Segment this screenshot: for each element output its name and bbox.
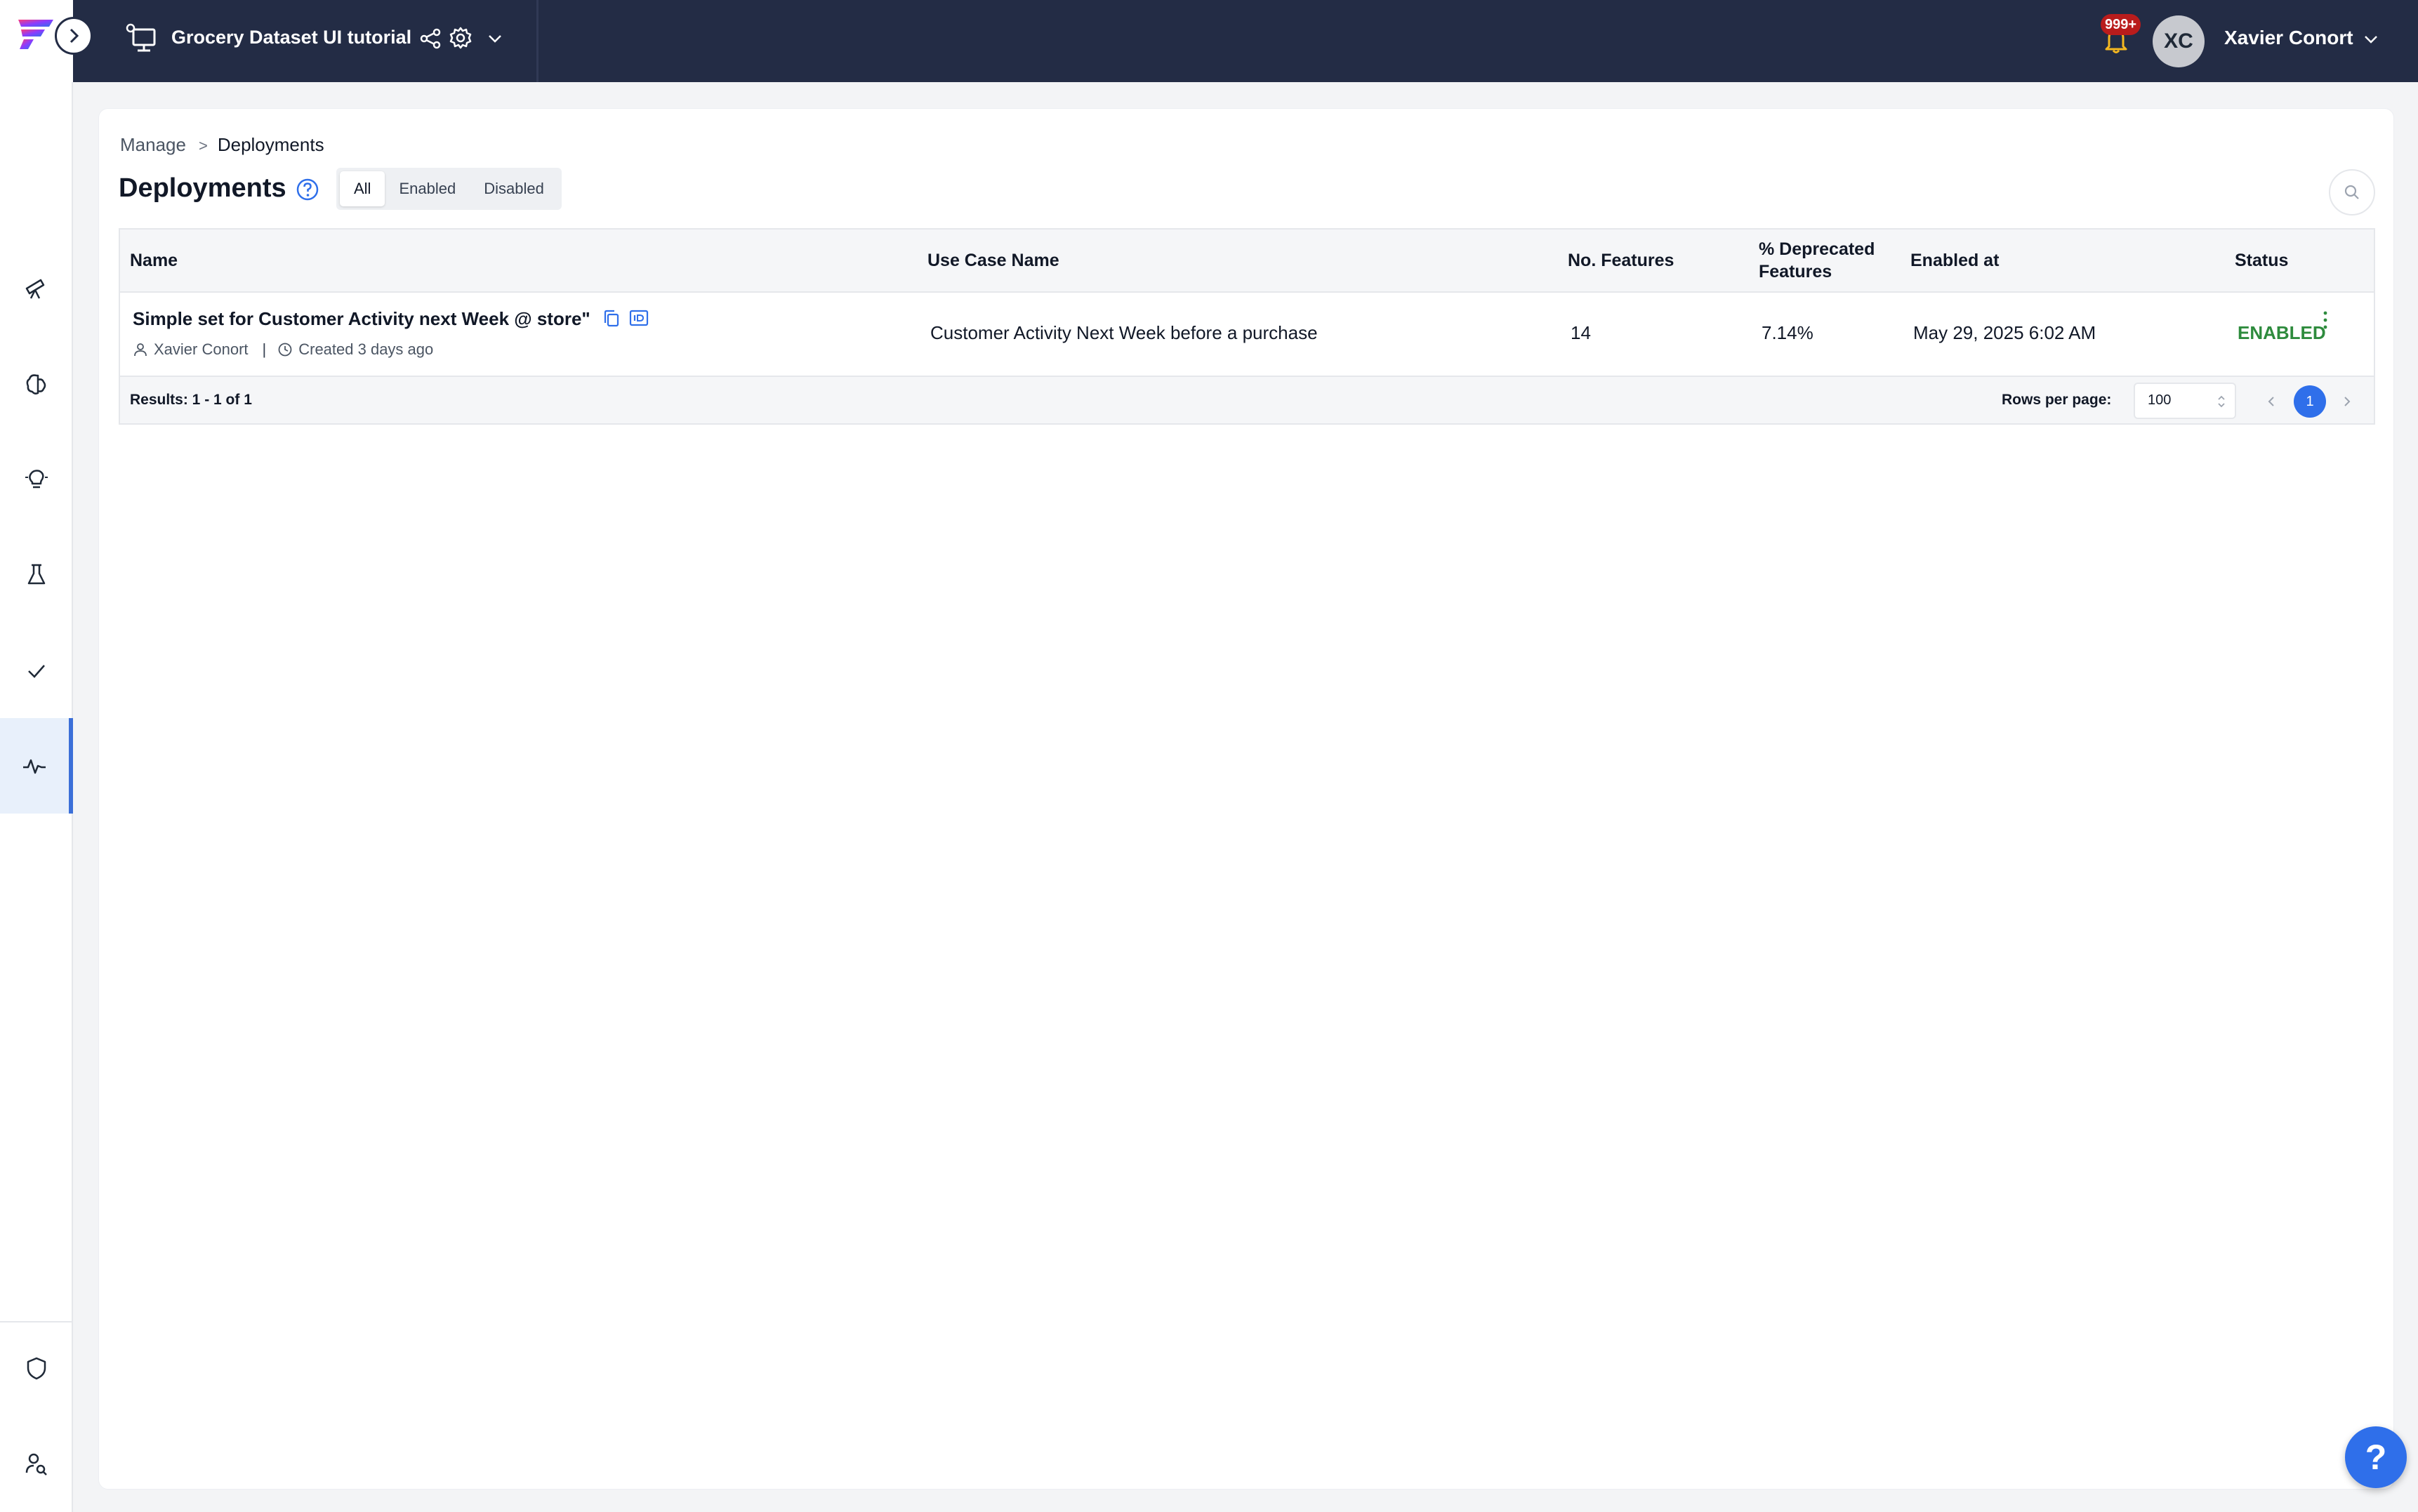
- shield-icon: [27, 1357, 46, 1380]
- table-header: Name Use Case Name No. Features % Deprec…: [119, 228, 2375, 293]
- kebab-menu-icon[interactable]: [2322, 310, 2329, 331]
- col-header-use-case[interactable]: Use Case Name: [927, 230, 1059, 291]
- user-search-icon: [25, 1453, 47, 1475]
- chevron-down-icon[interactable]: [2362, 32, 2380, 46]
- notification-badge: 999+: [2101, 14, 2141, 35]
- avatar[interactable]: XC: [2153, 15, 2205, 67]
- filter-all[interactable]: All: [340, 171, 385, 206]
- chevron-right-icon[interactable]: [2339, 391, 2356, 412]
- sidebar-item-security[interactable]: [0, 1320, 73, 1416]
- chevron-right-icon: [70, 28, 79, 44]
- chevron-down-icon[interactable]: [486, 31, 504, 46]
- sidebar-item-experiment[interactable]: [0, 527, 73, 623]
- sidebar-item-features[interactable]: [0, 336, 73, 432]
- sidebar-toggle-button[interactable]: [55, 17, 93, 55]
- page-title: Deployments: [119, 173, 286, 203]
- col-header-deprecated[interactable]: % Deprecated Features: [1759, 230, 1899, 291]
- telescope-icon: [25, 279, 45, 299]
- deployments-table: Name Use Case Name No. Features % Deprec…: [119, 228, 2375, 425]
- sidebar-item-ideation[interactable]: [0, 432, 73, 527]
- filter-disabled[interactable]: Disabled: [470, 171, 558, 206]
- meta-separator: |: [262, 340, 267, 358]
- deployment-created: Created 3 days ago: [298, 340, 434, 358]
- rows-per-page-label: Rows per page:: [2002, 392, 2112, 408]
- help-circle-icon[interactable]: [296, 178, 319, 201]
- sidebar-item-deploy[interactable]: [0, 718, 73, 814]
- search-button[interactable]: [2329, 169, 2375, 215]
- page-button-current[interactable]: 1: [2294, 385, 2326, 418]
- rows-per-page-select[interactable]: 100: [2134, 383, 2236, 419]
- left-sidebar: [0, 82, 73, 1512]
- rows-per-page-value: 100: [2148, 392, 2172, 408]
- sidebar-item-explore[interactable]: [0, 241, 73, 336]
- feature-count: 14: [1571, 322, 1591, 343]
- col-header-enabled-at[interactable]: Enabled at: [1910, 230, 1999, 291]
- deployment-owner: Xavier Conort: [154, 340, 249, 358]
- enabled-at: May 29, 2025 6:02 AM: [1913, 322, 2096, 343]
- activity-icon: [23, 759, 46, 774]
- clock-icon: [278, 343, 292, 357]
- status-badge: ENABLED: [2238, 322, 2326, 343]
- status-filter: All Enabled Disabled: [336, 168, 562, 210]
- featurebyte-logo[interactable]: [15, 17, 56, 51]
- top-bar: Grocery Dataset UI tutorial 999+ XC Xavi…: [0, 0, 2418, 82]
- select-arrows-icon: [2218, 395, 2225, 408]
- deployment-meta: Xavier Conort | Created 3 days ago: [133, 340, 433, 359]
- user-name[interactable]: Xavier Conort: [2224, 27, 2353, 49]
- topbar-divider: [536, 0, 539, 82]
- copy-icon[interactable]: [602, 308, 621, 329]
- deployments-panel: Manage > Deployments Deployments All Enabl…: [98, 108, 2394, 1490]
- use-case-name[interactable]: Customer Activity Next Week before a pur…: [930, 322, 1318, 344]
- project-title[interactable]: Grocery Dataset UI tutorial: [171, 27, 411, 48]
- search-icon: [2344, 185, 2359, 199]
- col-header-name[interactable]: Name: [130, 230, 178, 291]
- breadcrumb: Manage > Deployments: [120, 134, 324, 156]
- breadcrumb-current: Deployments: [217, 134, 324, 155]
- sidebar-item-users[interactable]: [0, 1416, 73, 1511]
- user-icon: [134, 343, 147, 357]
- gear-icon[interactable]: [448, 25, 473, 51]
- breadcrumb-separator: >: [198, 137, 208, 154]
- flask-icon: [27, 564, 46, 585]
- deprecated-percent: 7.14%: [1762, 322, 1814, 343]
- chevron-left-icon[interactable]: [2263, 391, 2280, 412]
- col-header-features[interactable]: No. Features: [1568, 230, 1674, 291]
- sidebar-item-approve[interactable]: [0, 623, 73, 718]
- workspace-icon: [126, 23, 156, 52]
- results-count: Results: 1 - 1 of 1: [130, 392, 252, 408]
- help-button[interactable]: ?: [2345, 1426, 2407, 1488]
- deployment-name[interactable]: Simple set for Customer Activity next We…: [133, 308, 590, 330]
- id-icon[interactable]: [628, 308, 649, 328]
- breadcrumb-manage[interactable]: Manage: [120, 134, 186, 155]
- col-header-status[interactable]: Status: [2235, 230, 2288, 291]
- table-row[interactable]: Simple set for Customer Activity next We…: [119, 293, 2375, 376]
- filter-enabled[interactable]: Enabled: [385, 171, 470, 206]
- brain-icon: [26, 374, 46, 394]
- lightbulb-icon: [25, 470, 48, 489]
- table-footer: Results: 1 - 1 of 1 Rows per page: 100 1: [119, 376, 2375, 425]
- share-icon[interactable]: [418, 27, 442, 51]
- checkmark-icon: [28, 665, 45, 678]
